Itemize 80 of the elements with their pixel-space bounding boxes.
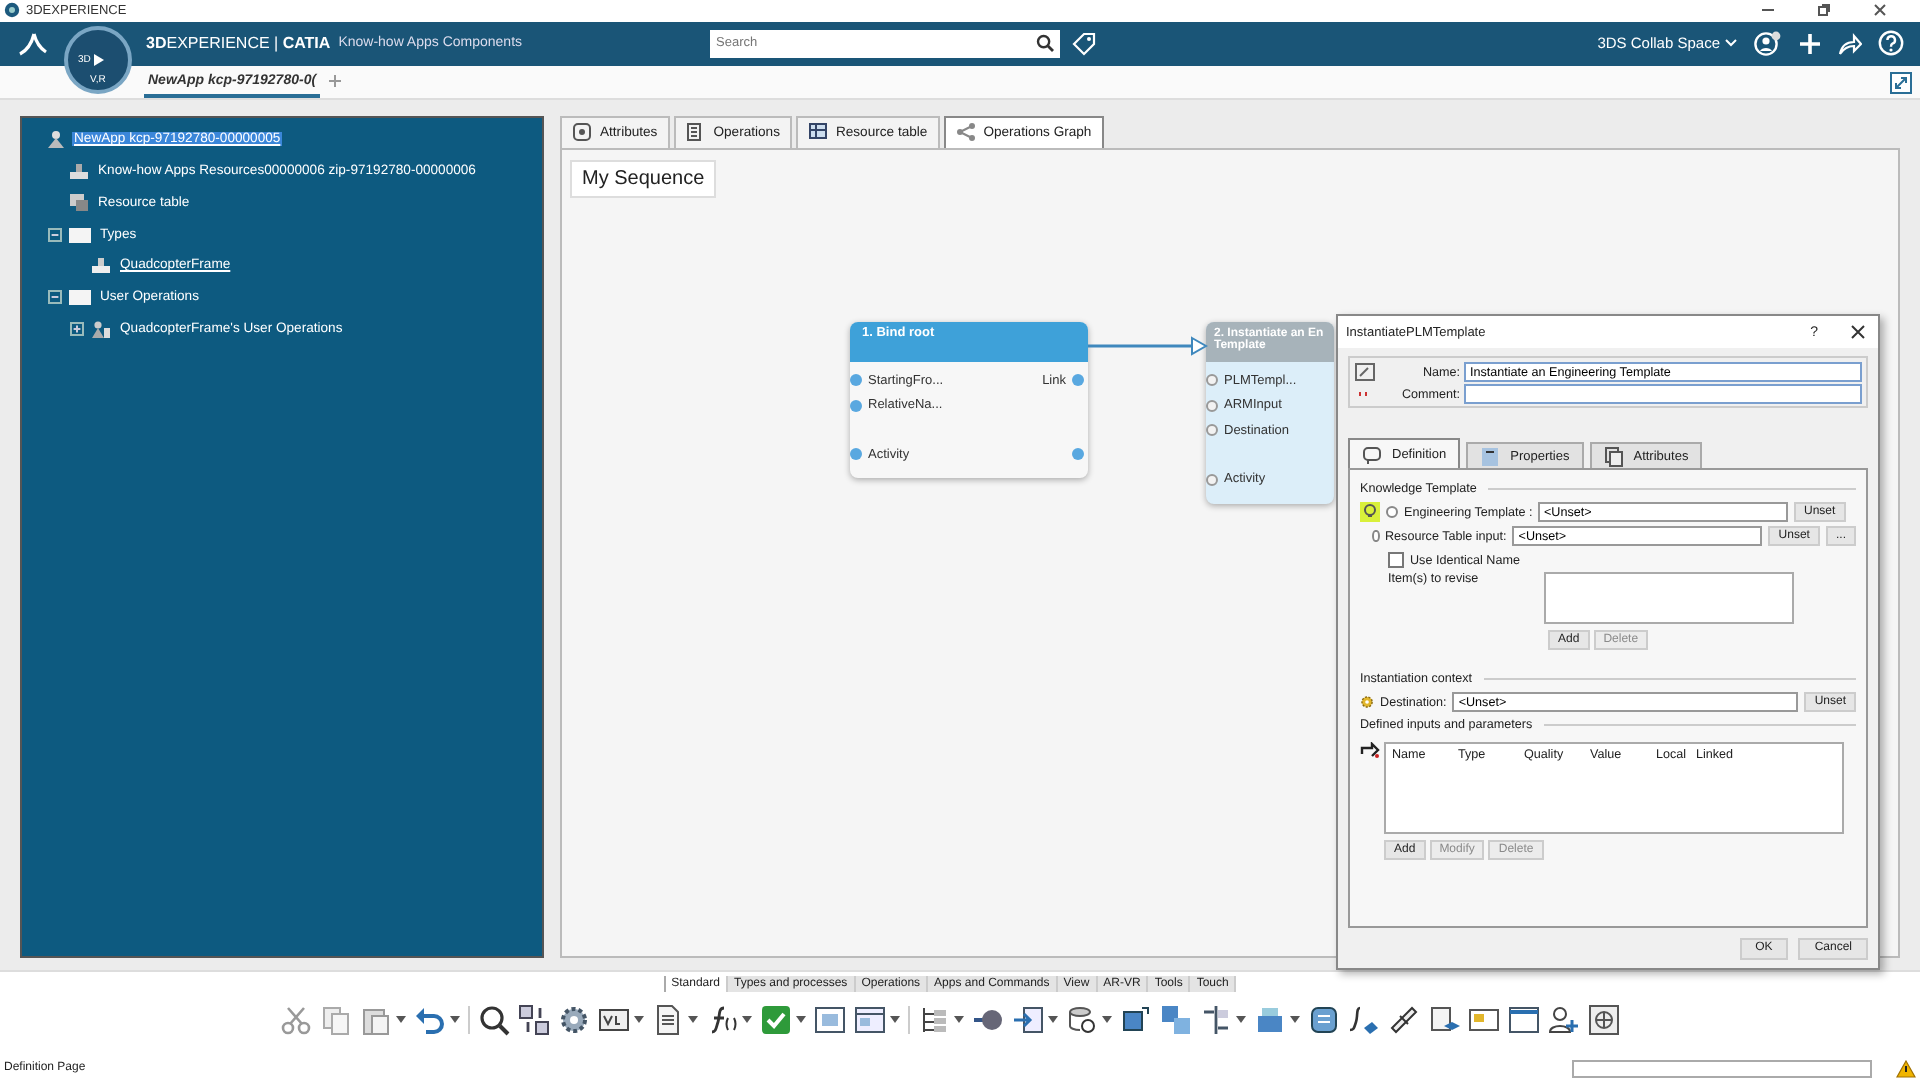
window-icon[interactable]	[854, 1004, 886, 1037]
undo-icon[interactable]	[414, 1004, 446, 1037]
status-field[interactable]	[1572, 1059, 1872, 1078]
panel-icon[interactable]	[1468, 1004, 1500, 1037]
expand-box-icon[interactable]	[70, 322, 84, 337]
formula-icon[interactable]	[1348, 1004, 1380, 1037]
share-icon[interactable]	[1838, 31, 1862, 56]
arrows-icon[interactable]	[518, 1004, 550, 1037]
app-logo-icon	[4, 2, 20, 19]
close-icon[interactable]	[1850, 324, 1866, 340]
import-icon[interactable]	[1012, 1004, 1044, 1037]
frame-icon[interactable]	[814, 1004, 846, 1037]
caret-icon[interactable]	[796, 1016, 806, 1025]
cubes-icon[interactable]	[1160, 1004, 1192, 1037]
connect-icon	[1360, 742, 1380, 758]
help-icon[interactable]	[1878, 30, 1904, 57]
play-icon[interactable]	[91, 52, 105, 68]
gear-icon	[1360, 692, 1375, 712]
pencil-ruler-icon[interactable]	[1388, 1004, 1420, 1037]
add-tab-icon[interactable]	[328, 73, 343, 88]
user-icon[interactable]	[1754, 29, 1782, 58]
caret-icon[interactable]	[688, 1016, 698, 1025]
caret-icon[interactable]	[954, 1016, 964, 1025]
comment-field[interactable]	[1464, 384, 1862, 404]
caret-icon[interactable]	[742, 1016, 752, 1025]
document-icon[interactable]	[652, 1004, 684, 1037]
table-icon	[68, 192, 90, 213]
document-icon	[1480, 445, 1501, 467]
bulb-icon	[1360, 502, 1380, 522]
app-title: 3DEXPERIENCE | CATIA	[146, 34, 331, 53]
collapse-box-icon[interactable]	[48, 290, 62, 305]
collapse-icon[interactable]	[1890, 71, 1912, 94]
scroll-icon[interactable]	[1308, 1004, 1340, 1037]
stack-icon[interactable]	[1254, 1004, 1286, 1037]
globe-window-icon[interactable]	[1588, 1004, 1620, 1037]
cube-arrow-icon[interactable]	[1120, 1004, 1152, 1037]
search-icon[interactable]	[1036, 34, 1055, 53]
ds-logo-icon[interactable]	[16, 29, 48, 58]
caret-icon[interactable]	[450, 1016, 460, 1025]
user-add-icon[interactable]	[1548, 1004, 1580, 1037]
check-icon[interactable]	[760, 1004, 792, 1037]
restore-icon[interactable]	[1816, 2, 1832, 19]
list-icon	[685, 122, 706, 143]
figure-tool-icon	[90, 319, 112, 340]
graph-icon	[955, 122, 976, 143]
gear-icon	[572, 122, 592, 143]
hierarchy-icon[interactable]	[918, 1004, 950, 1037]
caret-icon[interactable]	[634, 1016, 644, 1025]
collapse-box-icon[interactable]	[48, 227, 62, 242]
gear-icon[interactable]	[558, 1004, 590, 1037]
speech-icon	[1362, 443, 1382, 465]
tray-icon	[90, 256, 112, 275]
scissors-icon[interactable]	[280, 1004, 312, 1037]
folder-icon	[68, 225, 92, 244]
split-icon[interactable]	[1200, 1004, 1232, 1037]
radio-button[interactable]	[1372, 530, 1379, 542]
function-icon[interactable]	[706, 1004, 738, 1037]
radio-button[interactable]	[1386, 506, 1398, 518]
clipboard-icon[interactable]	[360, 1004, 392, 1037]
warning-icon[interactable]	[1896, 1059, 1916, 1078]
script-icon[interactable]	[598, 1004, 630, 1037]
sequence-title: My Sequence	[570, 159, 717, 198]
caret-icon[interactable]	[1724, 38, 1738, 49]
caret-icon[interactable]	[396, 1016, 406, 1025]
folder-icon	[68, 288, 92, 307]
caret-icon[interactable]	[890, 1016, 900, 1025]
magnifier-icon[interactable]	[478, 1004, 510, 1037]
connector-arrow	[1088, 336, 1208, 356]
caret-icon[interactable]	[1102, 1016, 1112, 1025]
search-data-icon[interactable]	[1066, 1004, 1098, 1037]
caret-icon[interactable]	[1048, 1016, 1058, 1025]
checkbox[interactable]	[1388, 552, 1404, 568]
blank-window-icon[interactable]	[1508, 1004, 1540, 1037]
caret-icon[interactable]	[1236, 1016, 1246, 1025]
plus-icon[interactable]	[1798, 31, 1822, 56]
table-icon	[807, 122, 828, 143]
tray-icon	[68, 162, 90, 181]
tag-icon[interactable]	[1072, 31, 1097, 56]
close-icon[interactable]	[1872, 2, 1888, 19]
caret-icon[interactable]	[1290, 1016, 1300, 1025]
